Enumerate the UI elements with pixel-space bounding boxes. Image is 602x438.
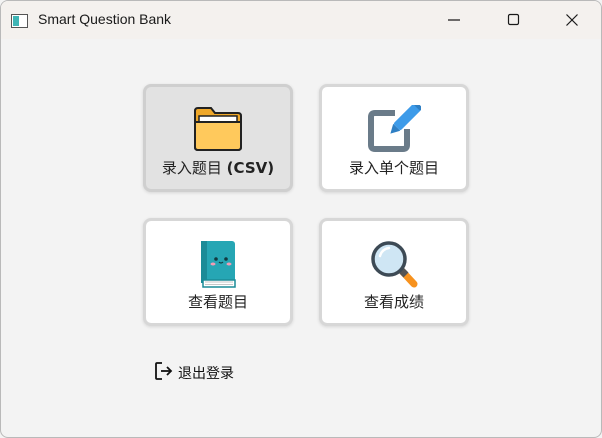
app-window-icon — [11, 13, 28, 28]
import-csv-button[interactable]: 录入题目 (CSV) — [143, 84, 293, 192]
maximize-button[interactable] — [491, 1, 537, 39]
app-window: Smart Question Bank 录入题目 (CSV) 录入单个题目 查看… — [0, 0, 602, 438]
edit-icon — [367, 101, 423, 157]
logout-icon — [154, 361, 174, 385]
close-button[interactable] — [549, 1, 595, 39]
minimize-icon — [448, 19, 460, 21]
magnifier-icon — [368, 239, 420, 293]
add-single-question-button[interactable]: 录入单个题目 — [319, 84, 469, 192]
view-scores-button[interactable]: 查看成绩 — [319, 218, 469, 326]
minimize-button[interactable] — [431, 1, 477, 39]
import-csv-label: 录入题目 (CSV) — [161, 159, 275, 177]
folder-icon — [192, 105, 244, 155]
view-scores-label: 查看成绩 — [363, 293, 424, 311]
maximize-icon — [507, 13, 520, 26]
close-icon — [566, 14, 578, 26]
title-bar[interactable]: Smart Question Bank — [1, 1, 601, 39]
window-title: Smart Question Bank — [38, 11, 172, 27]
view-questions-button[interactable]: 查看题目 — [143, 218, 293, 326]
view-questions-label: 查看题目 — [187, 293, 248, 311]
book-icon — [196, 239, 240, 293]
logout-label: 退出登录 — [178, 366, 234, 382]
logout-button[interactable]: 退出登录 — [154, 361, 234, 385]
add-single-question-label: 录入单个题目 — [348, 159, 439, 177]
